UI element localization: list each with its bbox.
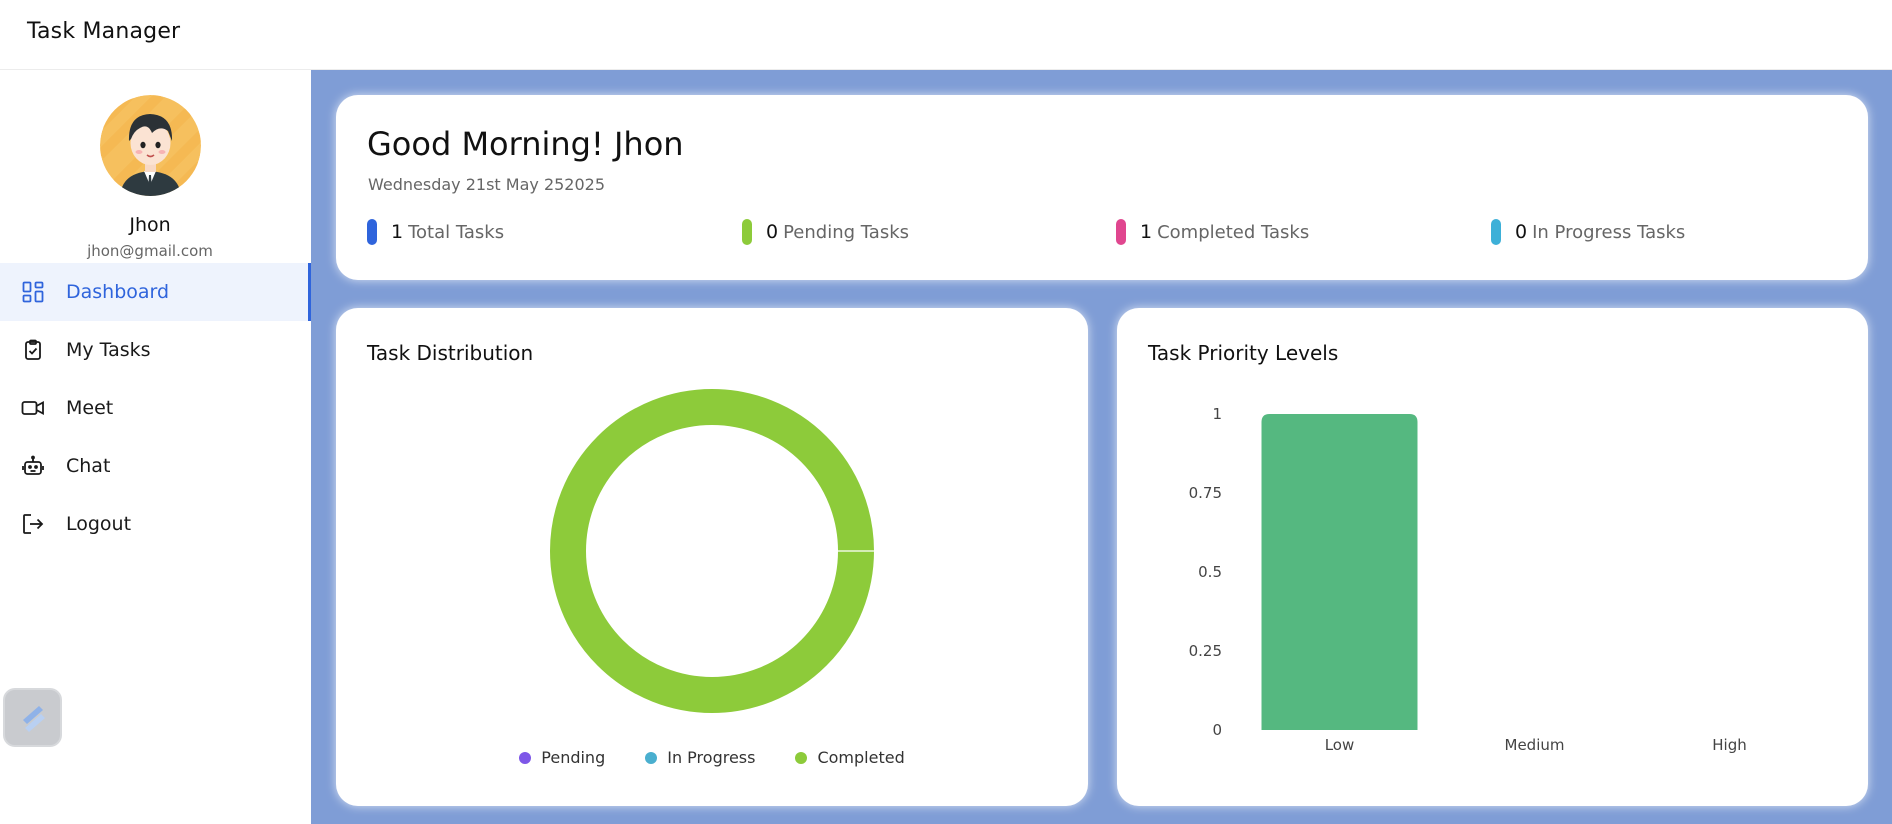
dashboard-grid-icon — [21, 280, 45, 304]
y-tick-label: 0.5 — [1198, 563, 1222, 581]
current-date: Wednesday 21st May 252025 — [368, 175, 606, 194]
legend-label: In Progress — [667, 748, 756, 767]
sidebar-item-my-tasks[interactable]: My Tasks — [0, 321, 311, 379]
avatar — [100, 95, 201, 196]
greeting-card: Good Morning! Jhon Wednesday 21st May 25… — [336, 95, 1868, 280]
stat-completed-tasks: 1 Completed Tasks — [1116, 219, 1309, 245]
stat-label: Pending Tasks — [783, 221, 909, 243]
y-tick-label: 0.75 — [1189, 484, 1222, 502]
x-tick-label: Medium — [1505, 736, 1565, 754]
sidebar-item-label: Dashboard — [66, 281, 170, 303]
stat-label: Completed Tasks — [1157, 221, 1310, 243]
sidebar-nav: Dashboard My Tasks Meet Chat Logout — [0, 263, 311, 553]
task-distribution-card: Task Distribution Pending In Progress Co… — [336, 308, 1088, 806]
sidebar-item-label: Meet — [66, 397, 114, 419]
user-email: jhon@gmail.com — [87, 242, 213, 260]
donut-slice-completed[interactable] — [550, 389, 874, 713]
sidebar-item-label: Logout — [66, 513, 132, 535]
stat-color-bar — [1116, 219, 1126, 245]
floating-assistant-button[interactable] — [3, 688, 62, 747]
top-bar: Task Manager — [0, 0, 1892, 70]
sidebar-item-label: Chat — [66, 455, 111, 477]
video-camera-icon — [21, 396, 45, 420]
stat-value: 0 — [766, 221, 779, 243]
legend-label: Pending — [541, 748, 606, 767]
y-tick-label: 0 — [1212, 721, 1222, 739]
legend-dot — [645, 751, 658, 764]
stat-in-progress-tasks: 0 In Progress Tasks — [1491, 219, 1685, 245]
chart-legend: Pending In Progress Completed — [336, 748, 1088, 767]
stat-value: 1 — [391, 221, 404, 243]
legend-dot — [795, 751, 808, 764]
stat-total-tasks: 1 Total Tasks — [367, 219, 504, 245]
x-tick-label: Low — [1325, 736, 1355, 754]
sidebar-item-logout[interactable]: Logout — [0, 495, 311, 553]
user-name: Jhon — [129, 214, 171, 236]
sidebar-item-dashboard[interactable]: Dashboard — [0, 263, 311, 321]
robot-icon — [21, 454, 45, 478]
clipboard-check-icon — [21, 338, 45, 362]
y-tick-label: 0.25 — [1189, 642, 1222, 660]
legend-item-completed[interactable]: Completed — [795, 748, 905, 767]
legend-dot — [519, 751, 532, 764]
y-tick-label: 1 — [1212, 405, 1222, 423]
stat-label: Total Tasks — [408, 221, 505, 243]
greeting-heading: Good Morning! Jhon — [367, 125, 684, 163]
avatar-image — [100, 95, 201, 196]
stat-color-bar — [742, 219, 752, 245]
stat-value: 0 — [1515, 221, 1528, 243]
stat-color-bar — [367, 219, 377, 245]
stat-value: 1 — [1140, 221, 1153, 243]
app-title: Task Manager — [27, 19, 181, 44]
task-priority-chart: 0 0.25 0.5 0.75 1 Low Medium High — [1189, 405, 1747, 754]
legend-item-pending[interactable]: Pending — [519, 748, 605, 767]
stat-color-bar — [1491, 219, 1501, 245]
bar-low[interactable] — [1261, 414, 1418, 730]
legend-item-in-progress[interactable]: In Progress — [645, 748, 755, 767]
sidebar-item-meet[interactable]: Meet — [0, 379, 311, 437]
assistant-logo-icon — [22, 705, 45, 732]
main-content: Good Morning! Jhon Wednesday 21st May 25… — [311, 70, 1892, 824]
sidebar-item-label: My Tasks — [66, 339, 151, 361]
stat-label: In Progress Tasks — [1532, 221, 1686, 243]
logout-icon — [21, 512, 45, 536]
task-priority-card: Task Priority Levels 0 0.25 0.5 0.75 1 Low Med… — [1117, 308, 1868, 806]
task-distribution-chart — [550, 389, 874, 713]
stat-pending-tasks: 0 Pending Tasks — [742, 219, 909, 245]
x-tick-label: High — [1712, 736, 1746, 754]
sidebar: Jhon jhon@gmail.com Dashboard My Tasks M… — [0, 70, 311, 824]
legend-label: Completed — [817, 748, 905, 767]
sidebar-item-chat[interactable]: Chat — [0, 437, 311, 495]
